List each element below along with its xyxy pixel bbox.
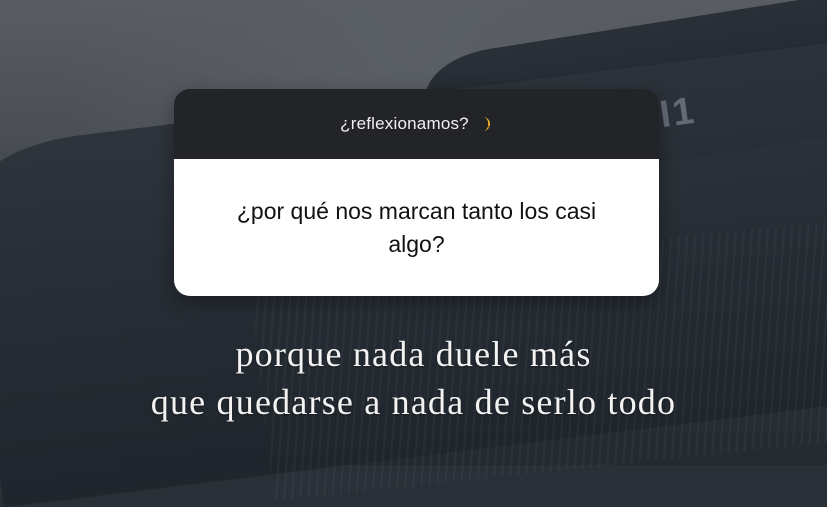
question-sticker[interactable]: ¿reflexionamos? ¿por qué nos marcan tant… (174, 89, 659, 296)
moon-icon (477, 116, 493, 132)
question-prompt: ¿reflexionamos? (340, 114, 469, 133)
story-caption: porque nada duele más que quedarse a nad… (0, 330, 827, 426)
question-sticker-answer-area: ¿por qué nos marcan tanto los casi algo? (174, 159, 659, 296)
background-mark: I1 (657, 89, 699, 137)
caption-line: porque nada duele más (235, 334, 592, 374)
question-answer: ¿por qué nos marcan tanto los casi algo? (236, 197, 597, 257)
question-sticker-header: ¿reflexionamos? (174, 89, 659, 159)
caption-line: que quedarse a nada de serlo todo (150, 382, 677, 422)
